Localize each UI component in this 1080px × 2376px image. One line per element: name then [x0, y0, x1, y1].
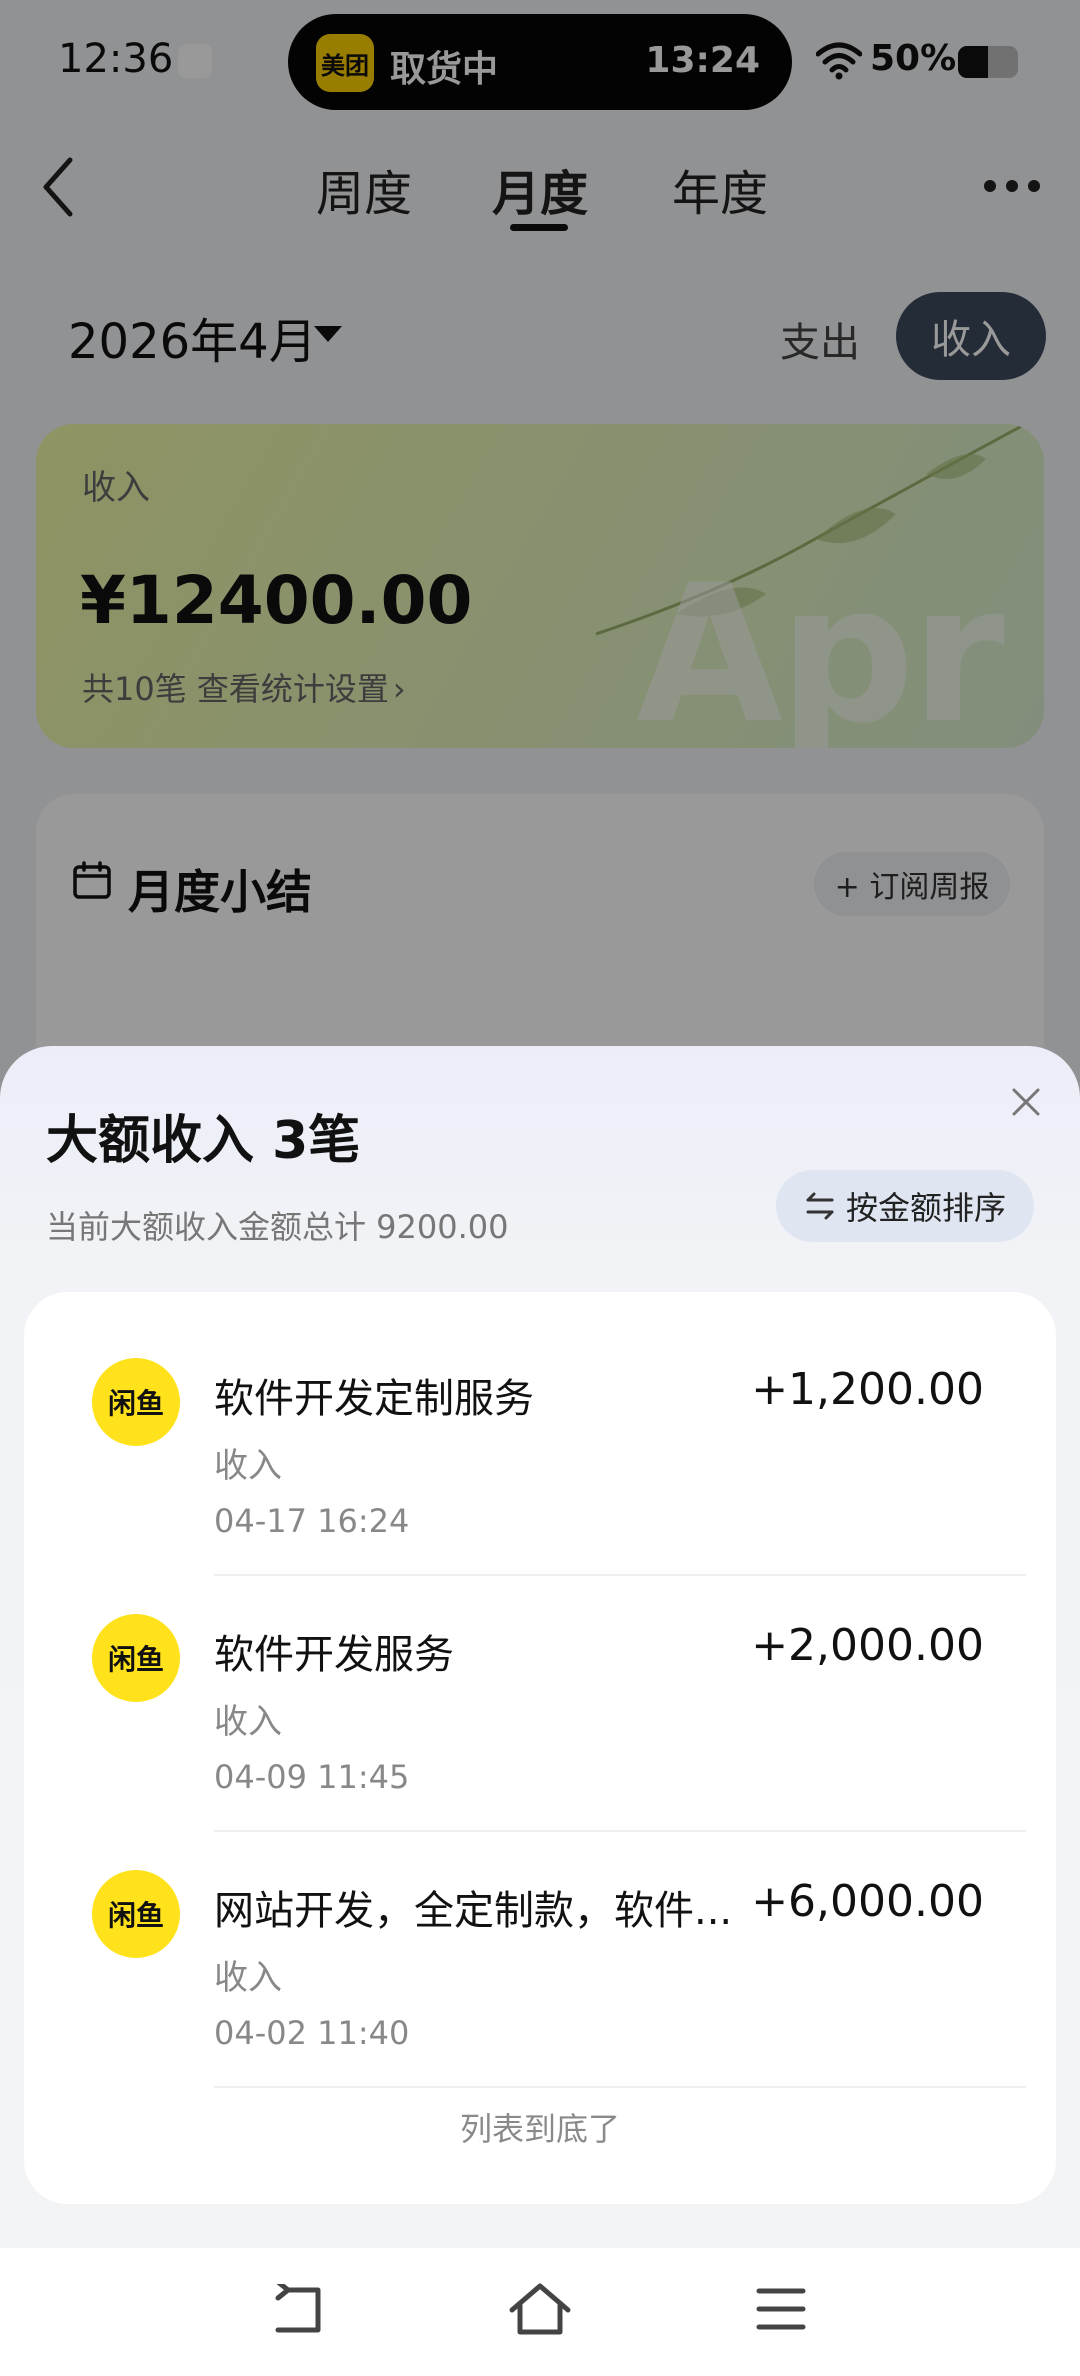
income-list: 闲鱼 软件开发定制服务 收入 04-17 16:24 +1,200.00 闲鱼 …	[24, 1292, 1056, 2204]
item-title: 软件开发服务	[214, 1632, 454, 1678]
list-item[interactable]: 闲鱼 软件开发服务 收入 04-09 11:45 +2,000.00	[24, 1548, 1056, 1832]
sheet-subtitle: 当前大额收入金额总计 9200.00	[46, 1208, 509, 1246]
item-date: 04-17 16:24	[214, 1502, 410, 1540]
sort-by-amount-button[interactable]: 按金额排序	[776, 1170, 1034, 1242]
divider	[214, 2086, 1026, 2088]
sort-icon	[806, 1192, 834, 1220]
item-amount: +2,000.00	[751, 1620, 984, 1671]
item-date: 04-09 11:45	[214, 1758, 410, 1796]
xianyu-logo-icon: 闲鱼	[92, 1614, 180, 1702]
item-category: 收入	[214, 1958, 282, 1998]
large-income-sheet: 大额收入 3笔 当前大额收入金额总计 9200.00 按金额排序 闲鱼 软件开发…	[0, 1046, 1080, 2376]
item-amount: +1,200.00	[751, 1364, 984, 1415]
system-nav-bar	[0, 2248, 1080, 2376]
item-title: 网站开发，全定制款，软件...	[214, 1888, 733, 1934]
sort-label: 按金额排序	[845, 1189, 1006, 1227]
item-amount: +6,000.00	[751, 1876, 984, 1927]
sheet-title: 大额收入 3笔	[46, 1111, 361, 1171]
item-date: 04-02 11:40	[214, 2014, 410, 2052]
xianyu-logo-icon: 闲鱼	[92, 1870, 180, 1958]
item-category: 收入	[214, 1702, 282, 1742]
nav-back-icon[interactable]	[270, 2284, 324, 2336]
item-category: 收入	[214, 1446, 282, 1486]
item-title: 软件开发定制服务	[214, 1376, 534, 1422]
list-item[interactable]: 闲鱼 网站开发，全定制款，软件... 收入 04-02 11:40 +6,000…	[24, 1804, 1056, 2088]
nav-menu-icon[interactable]	[756, 2286, 806, 2332]
close-icon[interactable]	[1006, 1082, 1046, 1122]
xianyu-logo-icon: 闲鱼	[92, 1358, 180, 1446]
nav-home-icon[interactable]	[508, 2282, 572, 2338]
list-end-text: 列表到底了	[459, 2110, 620, 2148]
list-item[interactable]: 闲鱼 软件开发定制服务 收入 04-17 16:24 +1,200.00	[24, 1292, 1056, 1576]
